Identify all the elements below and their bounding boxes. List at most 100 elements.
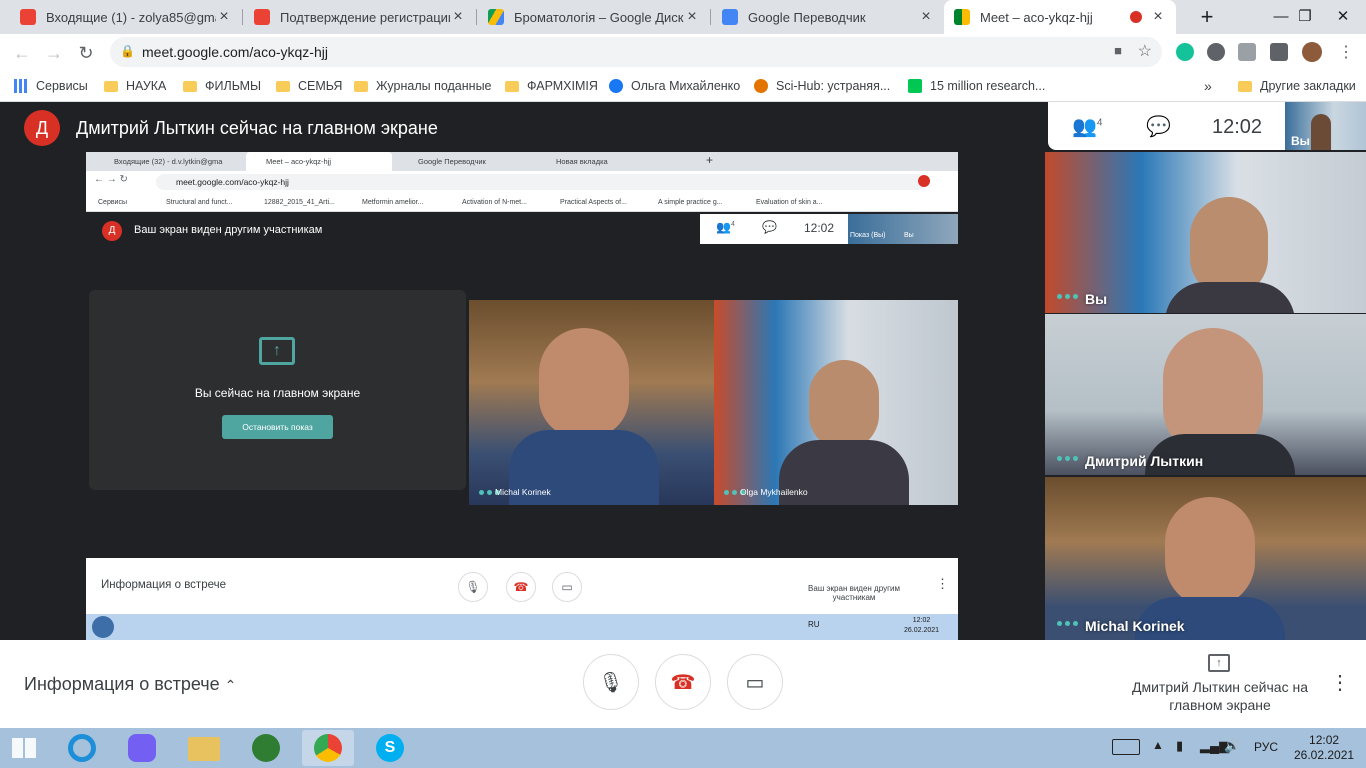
address-bar[interactable]: 🔒 meet.google.com/aco-ykqz-hjj ■ ☆ [110,37,1162,67]
close-window-button[interactable]: ✕ [1320,0,1366,34]
participant-tile[interactable]: Michal Korinek [1045,477,1366,640]
grammarly-icon[interactable] [1176,43,1194,61]
shared-tab: Google Переводчик [418,157,486,166]
shared-bookmark: A simple practice g... [658,199,723,206]
viber-icon [128,734,156,762]
avatar: Д [24,110,60,146]
new-tab-button[interactable]: + [1184,0,1230,34]
new-tab-icon: + [706,153,714,167]
menu-icon[interactable]: ⋮ [1338,42,1354,62]
shared-date: 26.02.2021 [904,627,940,634]
taskbar-explorer[interactable] [178,730,230,766]
browser-tab[interactable]: Броматологія – Google Диск × [478,0,710,34]
close-icon[interactable]: × [1150,8,1166,26]
taskbar-skype[interactable]: S [364,730,416,766]
bookmark-folder[interactable]: СЕМЬЯ [276,71,342,101]
bookmark-label: Ольга Михайленко [631,79,741,93]
bookmark-folder[interactable]: ФАРМХІМІЯ [505,71,598,101]
bookmark-label: Другие закладки [1260,79,1356,93]
system-clock[interactable]: 12:02 26.02.2021 [1294,733,1354,763]
shared-bookmark: Activation of N-met... [462,199,527,206]
chevron-up-icon[interactable]: ▲ [1152,738,1164,752]
shared-bottom-bar: Информация о встрече 🎙 ☎ ▭ Ваш экран вид… [86,558,958,614]
avatar: Д [102,221,122,241]
presenter-text: Дмитрий Лыткин сейчас на главном экране [76,118,438,138]
close-icon[interactable]: × [216,8,232,26]
participant-name: Michal Korinek [1085,618,1185,634]
chat-icon[interactable]: 💬 [1146,114,1171,139]
star-icon[interactable]: ☆ [1138,41,1152,61]
tab-title: Meet – aco-ykqz-hjj [980,9,1093,25]
people-icon[interactable]: 👥4 [1072,114,1102,139]
input-language[interactable]: РУС [1254,740,1278,754]
profile-avatar[interactable] [1302,42,1322,62]
back-icon[interactable]: ← [8,39,36,67]
camera-icon: ▭ [745,672,765,694]
taskbar-app[interactable] [240,730,292,766]
shared-meeting-info: Информация о встрече [101,579,226,591]
shared-address-bar: meet.google.com/aco-ykqz-hjj [156,174,926,190]
browser-tab[interactable]: Google Переводчик × [712,0,944,34]
browser-tab[interactable]: Подтверждение регистрации - × [244,0,476,34]
other-bookmarks[interactable]: Другие закладки [1238,71,1356,101]
apps-icon [14,79,28,93]
close-icon[interactable]: × [918,8,934,26]
bookmark-folder[interactable]: НАУКА [104,71,166,101]
shared-bookmark: Metformin amelior... [362,199,424,206]
participant-count: 4 [730,221,735,228]
volume-icon[interactable]: 🔊 [1224,738,1240,754]
participant-name: Olga Mykhailenko [740,487,808,497]
keyboard-icon[interactable] [1112,739,1140,755]
recording-icon [1130,11,1142,23]
shared-self-label: Вы [904,232,914,239]
browser-tab[interactable]: Входящие (1) - zolya85@gmail.c × [10,0,242,34]
back-icon: ← → ↻ [94,174,128,185]
battery-icon[interactable]: ▮ [1176,738,1183,754]
shared-presenter-text: Ваш экран виден другим участникам [134,224,323,236]
taskbar-viber[interactable] [116,730,168,766]
taskbar-chrome[interactable] [302,730,354,766]
meeting-info-label: Информация о встрече [24,674,220,694]
mic-button[interactable]: 🎙 [583,654,639,710]
bookmark-label: Sci-Hub: устраняя... [776,79,891,93]
bookmark-link[interactable]: Ольга Михайленко [609,71,740,101]
url-text: meet.google.com/aco-ykqz-hjj [142,44,328,60]
meeting-info-button[interactable]: Информация о встрече ⌃ [24,674,236,695]
more-options-icon[interactable]: ⋮ [1330,670,1350,695]
meet-control-bar: Информация о встрече ⌃ 🎙 ☎ ▭ ↑ Дмитрий Л… [0,640,1366,728]
close-icon[interactable]: × [684,8,700,26]
camera-icon[interactable]: ■ [1114,43,1122,58]
present-screen-icon[interactable]: ↑ [1208,654,1230,672]
present-screen-icon: ↑ [259,337,295,365]
facebook-icon [609,79,623,93]
bookmark-label: 15 million research... [930,79,1046,93]
shared-time: 12:02 [912,617,931,624]
bookmarks-overflow-icon[interactable]: » [1204,71,1212,101]
audio-indicator-icon [1057,294,1081,299]
bookmark-apps[interactable]: Сервисы [14,71,88,101]
self-preview[interactable]: Вы [1285,102,1366,150]
audio-indicator-icon [1057,456,1081,461]
camera-button[interactable]: ▭ [727,654,783,710]
bookmark-folder[interactable]: ФИЛЬМЫ [183,71,261,101]
browser-tab-active[interactable]: Meet – aco-ykqz-hjj × [944,0,1176,34]
bookmark-label: ФИЛЬМЫ [205,79,262,93]
puzzle-icon[interactable] [1270,43,1288,61]
chrome-icon [314,734,342,762]
hangup-button[interactable]: ☎ [655,654,711,710]
participant-tile[interactable]: Дмитрий Лыткин [1045,314,1366,475]
bookmark-folder[interactable]: Журналы поданные [354,71,492,101]
extension-icon[interactable] [1207,43,1225,61]
reload-icon[interactable]: ↻ [72,39,100,67]
bookmark-link[interactable]: 15 million research... [908,71,1045,101]
start-button[interactable] [0,730,50,766]
chevron-up-icon: ⌃ [224,677,237,693]
forward-icon[interactable]: → [40,39,68,67]
bookmark-link[interactable]: Sci-Hub: устраняя... [754,71,890,101]
close-icon[interactable]: × [450,8,466,26]
extension-icon[interactable] [1238,43,1256,61]
lock-icon: 🔒 [120,44,135,58]
folder-icon [354,80,368,92]
taskbar-ie[interactable] [56,730,108,766]
participant-tile[interactable]: Вы [1045,152,1366,313]
